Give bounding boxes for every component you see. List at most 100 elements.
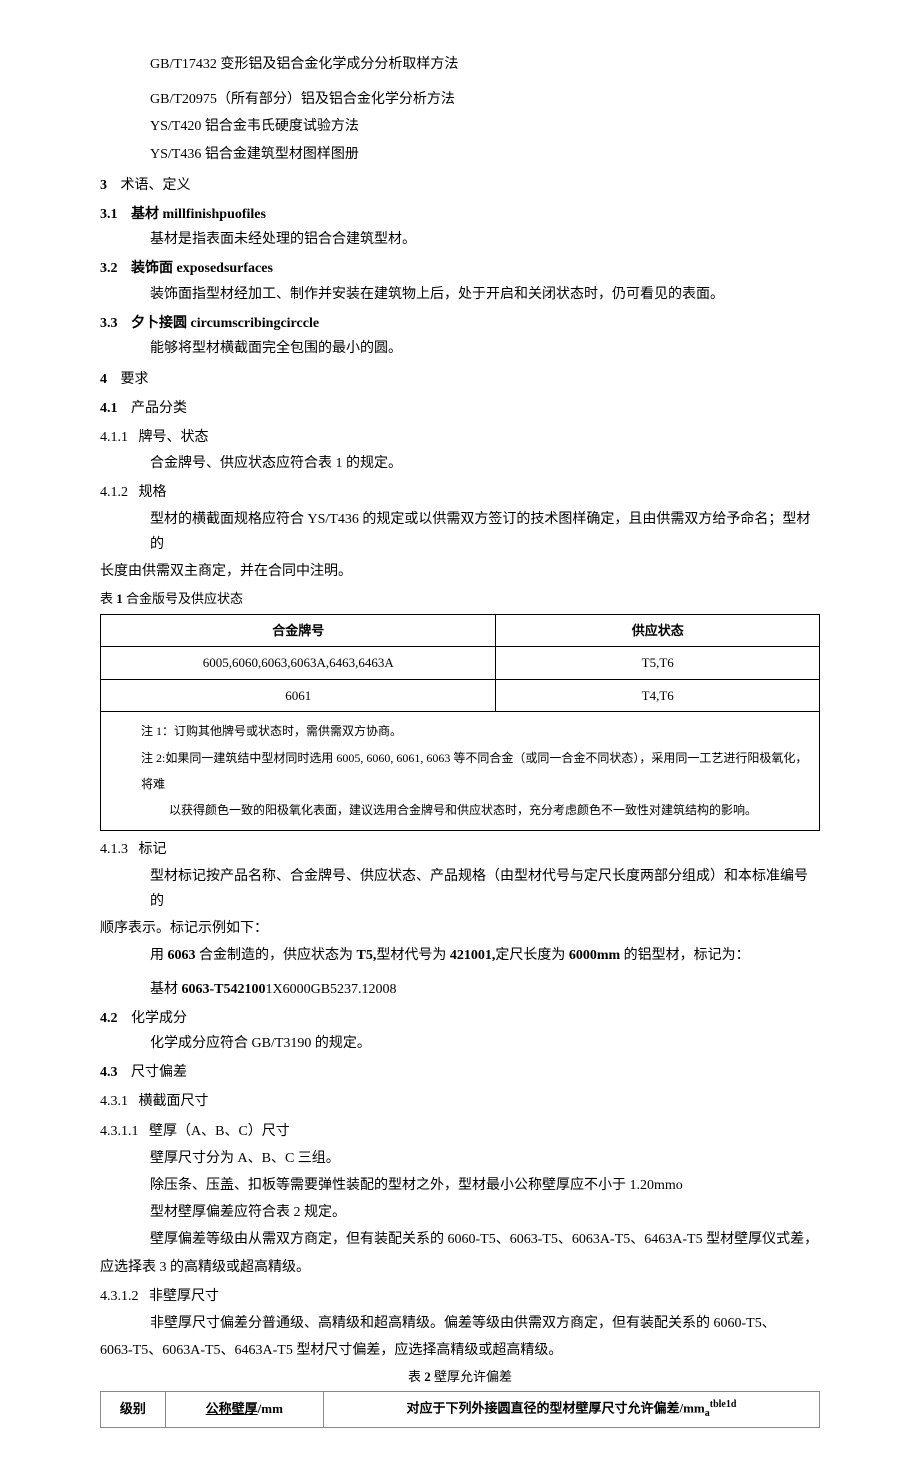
caption-text: 表: [408, 1369, 424, 1384]
section-4-3-1-1-body: 壁厚偏差等级由从需双方商定，但有装配关系的 6060-T5、6063-T5、60…: [100, 1227, 820, 1252]
section-3-2-heading: 3.2 装饰面 exposedsurfaces: [100, 256, 820, 281]
section-number: 4.2: [100, 1011, 118, 1026]
section-3-1-heading: 3.1 基材 millfinishpuofiles: [100, 202, 820, 227]
table-note-cell: 注 1：订购其他牌号或状态时，需供需双方协商。 注 2:如果同一建筑结中型材同时…: [101, 712, 820, 831]
table-2: 级别 公称壁厚/mm 对应于下列外接圆直径的型材壁厚尺寸允许偏差/mmatble…: [100, 1391, 820, 1428]
table-header-cell: 合金牌号: [101, 614, 496, 646]
section-4-3-heading: 4.3 尺寸偏差: [100, 1060, 820, 1085]
section-number: 4.3.1.1: [100, 1124, 139, 1139]
section-title-text: 产品分类: [131, 401, 187, 416]
section-4-heading: 4 要求: [100, 367, 820, 392]
section-title-text: 尺寸偏差: [131, 1065, 187, 1080]
text-fragment: 对应于下列外接圆直径的型材壁厚尺寸允许偏差/: [406, 1400, 683, 1415]
section-4-1-3-body: 型材标记按产品名称、合金牌号、供应状态、产品规格（由型材代号与定尺长度两部分组成…: [100, 864, 820, 914]
table-cell: 6061: [101, 679, 496, 711]
section-title-text: 非壁厚尺寸: [149, 1289, 219, 1304]
caption-text: 合金版号及供应状态: [123, 591, 243, 606]
ref-line: YS/T436 铝合金建筑型材图样图册: [100, 142, 820, 167]
text-fragment: 用: [150, 948, 168, 963]
section-number: 4.1: [100, 401, 118, 416]
section-4-3-1-heading: 4.3.1 横截面尺寸: [100, 1089, 820, 1114]
ref-line: GB/T20975（所有部分）铝及铝合金化学分析方法: [100, 87, 820, 112]
section-4-2-heading: 4.2 化学成分: [100, 1006, 820, 1031]
section-4-1-1-heading: 4.1.1 牌号、状态: [100, 425, 820, 450]
text-fragment: tble1d: [710, 1399, 737, 1410]
section-3-3-heading: 3.3 夕卜接圆 circumscribingcirccle: [100, 311, 820, 336]
section-4-2-body: 化学成分应符合 GB/T3190 的规定。: [100, 1031, 820, 1056]
section-title-text: 规格: [139, 485, 167, 500]
section-3-heading: 3 术语、定义: [100, 173, 820, 198]
ref-line: GB/T17432 变形铝及铝合金化学成分分析取样方法: [100, 52, 820, 77]
section-4-3-1-2-body: 非壁厚尺寸偏差分普通级、高精级和超高精级。偏差等级由供需双方商定，但有装配关系的…: [100, 1311, 820, 1336]
section-number: 3.3: [100, 316, 118, 331]
section-title-text: 装饰面 exposedsurfaces: [131, 261, 273, 276]
section-4-1-3-body: 顺序表示。标记示例如下：: [100, 916, 820, 941]
text-fragment: 6063: [168, 948, 196, 963]
section-3-1-body: 基材是指表面未经处理的铝合合建筑型材。: [100, 227, 820, 252]
table-header-cell: 供应状态: [496, 614, 820, 646]
section-number: 4: [100, 372, 107, 387]
table-1-caption: 表 1 合金版号及供应状态: [100, 587, 820, 610]
table-2-caption: 表 2 壁厚允许偏差: [100, 1365, 820, 1388]
section-4-1-2-body: 型材的横截面规格应符合 YS/T436 的规定或以供需双方签订的技术图样确定，且…: [100, 507, 820, 557]
section-number: 4.1.2: [100, 485, 128, 500]
section-4-1-1-body: 合金牌号、供应状态应符合表 1 的规定。: [100, 451, 820, 476]
section-4-1-3-example-result: 基材 6063-T5421001X6000GB5237.12008: [100, 977, 820, 1002]
section-4-3-1-1-body: 除压条、压盖、扣板等需要弹性装配的型材之外，型材最小公称壁厚应不小于 1.20m…: [100, 1173, 820, 1198]
text-fragment: mm: [683, 1400, 705, 1415]
section-4-3-1-2-heading: 4.3.1.2 非壁厚尺寸: [100, 1284, 820, 1309]
caption-text: 表: [100, 591, 116, 606]
text-fragment: 基材: [150, 982, 182, 997]
section-3-2-body: 装饰面指型材经加工、制作并安装在建筑物上后，处于开启和关闭状态时，仍可看见的表面…: [100, 282, 820, 307]
section-number: 4.1.3: [100, 842, 128, 857]
text-fragment: 421001,: [450, 948, 496, 963]
text-fragment: 定尺长度为: [495, 948, 569, 963]
text-fragment: T5,: [357, 948, 377, 963]
table-row: 6061 T4,T6: [101, 679, 820, 711]
section-4-3-1-1-heading: 4.3.1.1 壁厚（A、B、C）尺寸: [100, 1119, 820, 1144]
section-4-1-heading: 4.1 产品分类: [100, 396, 820, 421]
section-number: 4.3: [100, 1065, 118, 1080]
text-fragment: 的铝型材，标记为：: [620, 948, 750, 963]
section-title-text: 术语、定义: [121, 178, 191, 193]
caption-text: 壁厚允许偏差: [431, 1369, 512, 1384]
table-note-line: 注 2:如果同一建筑结中型材同时选用 6005, 6060, 6061, 606…: [111, 745, 809, 798]
text-fragment: 合金制造的，供应状态为: [196, 948, 357, 963]
text-fragment: 6000mm: [569, 948, 620, 963]
table-row: 6005,6060,6063,6063A,6463,6463A T5,T6: [101, 647, 820, 679]
section-4-1-3-example: 用 6063 合金制造的，供应状态为 T5,型材代号为 421001,定尺长度为…: [100, 943, 820, 968]
section-4-1-2-heading: 4.1.2 规格: [100, 480, 820, 505]
table-cell: T4,T6: [496, 679, 820, 711]
section-title-text: 夕卜接圆 circumscribingcirccle: [131, 316, 319, 331]
section-4-3-1-1-body: 应选择表 3 的高精级或超高精级。: [100, 1255, 820, 1280]
table-note-row: 注 1：订购其他牌号或状态时，需供需双方协商。 注 2:如果同一建筑结中型材同时…: [101, 712, 820, 831]
table-note-line: 注 1：订购其他牌号或状态时，需供需双方协商。: [111, 718, 809, 744]
section-title-text: 化学成分: [131, 1011, 187, 1026]
section-4-1-2-body: 长度由供需双主商定，并在合同中注明。: [100, 559, 820, 584]
text-fragment: 6063-T542100: [182, 982, 266, 997]
table-note-line: 以获得颜色一致的阳极氧化表面，建议选用合金牌号和供应状态时，充分考虑颜色不一致性…: [111, 797, 809, 823]
section-3-3-body: 能够将型材横截面完全包围的最小的圆。: [100, 336, 820, 361]
section-title-text: 标记: [139, 842, 167, 857]
section-number: 4.3.1.2: [100, 1289, 139, 1304]
section-title-text: 壁厚（A、B、C）尺寸: [149, 1124, 290, 1139]
table-1: 合金牌号 供应状态 6005,6060,6063,6063A,6463,6463…: [100, 614, 820, 831]
section-4-3-1-1-body: 壁厚尺寸分为 A、B、C 三组。: [100, 1146, 820, 1171]
section-number: 3.2: [100, 261, 118, 276]
section-title-text: 牌号、状态: [139, 430, 209, 445]
text-fragment: /mm: [258, 1401, 283, 1416]
text-fragment: 公称壁厚: [206, 1401, 258, 1416]
section-number: 3.1: [100, 207, 118, 222]
table-cell: T5,T6: [496, 647, 820, 679]
table-header-cell: 公称壁厚/mm: [165, 1391, 323, 1427]
table-header-row: 级别 公称壁厚/mm 对应于下列外接圆直径的型材壁厚尺寸允许偏差/mmatble…: [101, 1391, 820, 1427]
text-fragment: 1X6000GB5237.12008: [266, 982, 397, 997]
section-number: 3: [100, 178, 107, 193]
table-header-row: 合金牌号 供应状态: [101, 614, 820, 646]
section-4-3-1-2-body: 6063-T5、6063A-T5、6463A-T5 型材尺寸偏差，应选择高精级或…: [100, 1338, 820, 1363]
section-title-text: 横截面尺寸: [139, 1094, 209, 1109]
section-4-1-3-heading: 4.1.3 标记: [100, 837, 820, 862]
section-title-text: 基材 millfinishpuofiles: [131, 207, 266, 222]
section-number: 4.1.1: [100, 430, 128, 445]
table-cell: 6005,6060,6063,6063A,6463,6463A: [101, 647, 496, 679]
